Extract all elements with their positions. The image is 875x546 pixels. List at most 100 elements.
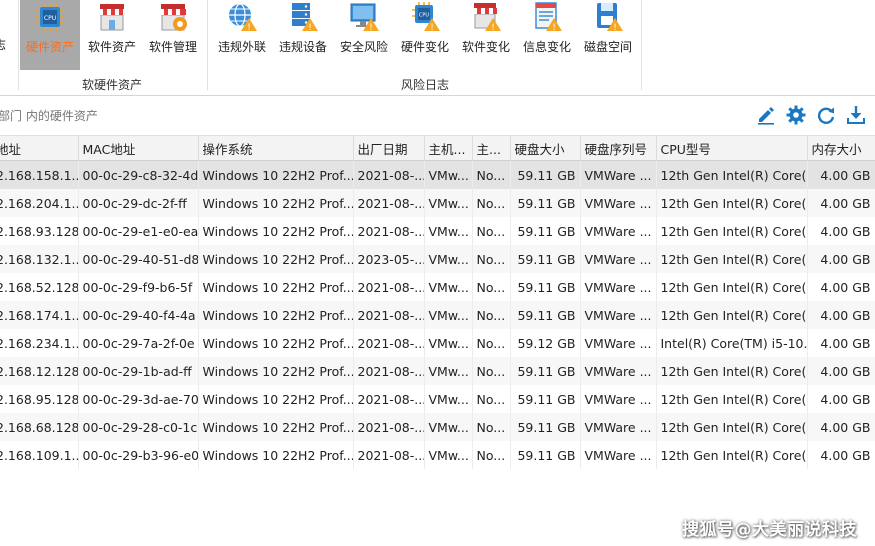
column-header-disk-serial[interactable]: 硬盘序列号: [580, 135, 657, 161]
cell-ip: 2.168.204.1...: [0, 189, 79, 217]
cell-mainboard: No...: [472, 273, 511, 301]
cell-host-model: VMw...: [424, 189, 473, 217]
cell-mainboard: No...: [472, 301, 511, 329]
cell-ip: 2.168.132.1...: [0, 245, 79, 273]
cell-manufacture-date: 2021-08-...: [353, 441, 425, 469]
column-header-host-model[interactable]: 主机...: [424, 135, 473, 161]
cell-mainboard: No...: [472, 441, 511, 469]
cell-memory-size: 4.00 GB: [807, 245, 875, 273]
cell-disk-serial: VMWare ...: [580, 160, 657, 189]
cell-disk-size: 59.11 GB: [510, 217, 581, 245]
cell-mainboard: No...: [472, 385, 511, 413]
cell-mac: 00-0c-29-b3-96-e0: [78, 441, 199, 469]
ribbon-partial-label: 志: [0, 38, 7, 52]
column-header-disk-size[interactable]: 硬盘大小: [510, 135, 581, 161]
cell-manufacture-date: 2021-08-...: [353, 301, 425, 329]
cell-cpu-model: 12th Gen Intel(R) Core(...: [656, 441, 808, 469]
cell-memory-size: 4.00 GB: [807, 301, 875, 329]
cell-cpu-model: 12th Gen Intel(R) Core(...: [656, 413, 808, 441]
cell-mac: 00-0c-29-28-c0-1c: [78, 413, 199, 441]
cell-cpu-model: 12th Gen Intel(R) Core(...: [656, 273, 808, 301]
ribbon-button-security-risk[interactable]: ! 安全风险: [334, 0, 394, 70]
svg-text:!: !: [247, 23, 251, 33]
cell-os: Windows 10 22H2 Prof...: [198, 273, 354, 301]
cell-cpu-model: 12th Gen Intel(R) Core(...: [656, 160, 808, 189]
svg-text:CPU: CPU: [419, 13, 430, 19]
column-header-mac[interactable]: MAC地址: [78, 135, 199, 161]
cell-mac: 00-0c-29-7a-2f-0e: [78, 329, 199, 357]
ribbon-button-software-assets[interactable]: 软件资产: [82, 0, 142, 70]
cell-mac: 00-0c-29-40-f4-4a: [78, 301, 199, 329]
ribbon-button-illegal-outreach[interactable]: ! 违规外联: [212, 0, 272, 70]
cell-host-model: VMw...: [424, 217, 473, 245]
cell-ip: 2.168.68.128: [0, 413, 79, 441]
store-icon: [99, 4, 125, 31]
ribbon-button-hardware-change[interactable]: CPU ! 硬件变化: [395, 0, 455, 70]
cell-mainboard: No...: [472, 217, 511, 245]
column-header-manufacture-date[interactable]: 出厂日期: [353, 135, 425, 161]
table-row[interactable]: 2.168.12.128 00-0c-29-1b-ad-ff Windows 10 …: [0, 357, 875, 385]
settings-icon[interactable]: [786, 105, 806, 125]
cell-os: Windows 10 22H2 Prof...: [198, 217, 354, 245]
table-row[interactable]: 2.168.158.1...00-0c-29-c8-32-4dWindows 1…: [0, 160, 875, 189]
cell-ip: 2.168.12.128: [0, 357, 79, 385]
table-row[interactable]: 2.168.52.128 00-0c-29-f9-b6-5f Windows 10 …: [0, 273, 875, 301]
cell-memory-size: 4.00 GB: [807, 273, 875, 301]
cell-manufacture-date: 2021-08-...: [353, 217, 425, 245]
cell-cpu-model: 12th Gen Intel(R) Core(...: [656, 385, 808, 413]
table-row[interactable]: 2.168.234.1...00-0c-29-7a-2f-0eWindows 1…: [0, 329, 875, 357]
refresh-icon[interactable]: [816, 105, 836, 125]
column-header-ip[interactable]: 地址: [0, 135, 79, 161]
ribbon-button-info-change[interactable]: ! 信息变化: [517, 0, 577, 70]
table-row[interactable]: 2.168.204.1...00-0c-29-dc-2f-ffWindows 1…: [0, 189, 875, 217]
cpu-warning-icon: CPU !: [412, 2, 440, 33]
column-header-memory-size[interactable]: 内存大小: [807, 135, 875, 161]
cell-ip: 2.168.234.1...: [0, 329, 79, 357]
filter-description: 部门 内的硬件资产: [0, 109, 98, 123]
cell-host-model: VMw...: [424, 245, 473, 273]
cell-disk-serial: VMWare ...: [580, 273, 657, 301]
table-row[interactable]: 2.168.95.128 00-0c-29-3d-ae-70 Windows 10 …: [0, 385, 875, 413]
ribbon-button-illegal-devices[interactable]: ! 违规设备: [273, 0, 333, 70]
cell-disk-serial: VMWare ...: [580, 441, 657, 469]
download-icon[interactable]: [846, 105, 866, 125]
column-header-os[interactable]: 操作系统: [198, 135, 354, 161]
cell-mainboard: No...: [472, 245, 511, 273]
table-row[interactable]: 2.168.132.1...00-0c-29-40-51-d8Windows 1…: [0, 245, 875, 273]
column-header-mainboard[interactable]: 主...: [472, 135, 511, 161]
ribbon-button-disk-space[interactable]: ! 磁盘空间: [578, 0, 638, 70]
column-header-cpu-model[interactable]: CPU型号: [656, 135, 808, 161]
ribbon-button-hardware-assets[interactable]: CPU 硬件资产: [20, 0, 80, 70]
cell-mac: 00-0c-29-1b-ad-ff: [78, 357, 199, 385]
cell-disk-size: 59.11 GB: [510, 413, 581, 441]
cell-cpu-model: 12th Gen Intel(R) Core(...: [656, 217, 808, 245]
ribbon-button-software-change[interactable]: ! 软件变化: [456, 0, 516, 70]
table-row[interactable]: 2.168.93.128 00-0c-29-e1-e0-ea Windows 10 …: [0, 217, 875, 245]
svg-text:!: !: [552, 23, 556, 33]
cell-os: Windows 10 22H2 Prof...: [198, 189, 354, 217]
cell-host-model: VMw...: [424, 413, 473, 441]
cell-cpu-model: 12th Gen Intel(R) Core(...: [656, 245, 808, 273]
cell-disk-size: 59.11 GB: [510, 357, 581, 385]
svg-text:!: !: [491, 23, 495, 33]
table-row[interactable]: 2.168.174.1...00-0c-29-40-f4-4aWindows 1…: [0, 301, 875, 329]
cell-cpu-model: 12th Gen Intel(R) Core(...: [656, 357, 808, 385]
ribbon-button-software-management[interactable]: 软件管理: [143, 0, 203, 70]
cell-disk-size: 59.11 GB: [510, 245, 581, 273]
cell-host-model: VMw...: [424, 273, 473, 301]
cell-disk-serial: VMWare ...: [580, 357, 657, 385]
cell-os: Windows 10 22H2 Prof...: [198, 329, 354, 357]
cell-manufacture-date: 2021-08-...: [353, 273, 425, 301]
cell-host-model: VMw...: [424, 385, 473, 413]
watermark: 搜狐号@大美丽说科技: [682, 520, 857, 540]
cell-ip: 2.168.158.1...: [0, 160, 79, 189]
cell-mainboard: No...: [472, 413, 511, 441]
cell-os: Windows 10 22H2 Prof...: [198, 160, 354, 189]
table-row[interactable]: 2.168.68.128 00-0c-29-28-c0-1c Windows 10 …: [0, 413, 875, 441]
document-warning-icon: !: [535, 2, 562, 33]
cell-mac: 00-0c-29-c8-32-4d: [78, 160, 199, 189]
store-warning-icon: !: [473, 3, 501, 33]
cell-os: Windows 10 22H2 Prof...: [198, 357, 354, 385]
table-row[interactable]: 2.168.109.1...00-0c-29-b3-96-e0Windows 1…: [0, 441, 875, 469]
edit-icon[interactable]: [756, 105, 776, 125]
